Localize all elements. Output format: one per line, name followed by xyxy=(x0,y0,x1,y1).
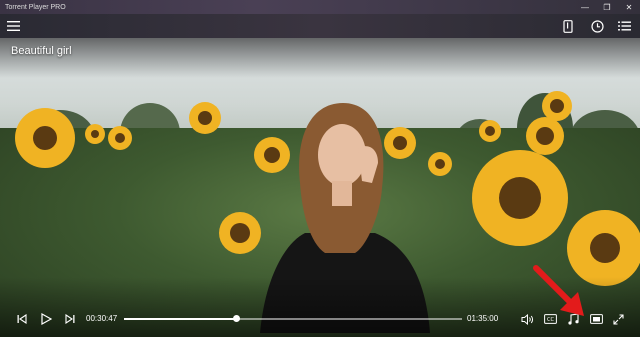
app-window: Torrent Player PRO — ❐ ✕ Beautiful girl … xyxy=(0,0,640,337)
video-title: Beautiful girl xyxy=(11,45,72,57)
fullscreen-icon[interactable] xyxy=(609,310,627,328)
window-controls: — ❐ ✕ xyxy=(574,0,640,14)
skip-previous-icon[interactable] xyxy=(13,310,31,328)
play-icon[interactable] xyxy=(37,310,55,328)
annotation-arrow xyxy=(533,265,584,316)
seek-bar[interactable] xyxy=(124,315,462,322)
history-clock-icon[interactable] xyxy=(588,17,606,35)
seek-progress xyxy=(124,318,236,320)
seek-thumb[interactable] xyxy=(232,315,240,322)
close-button[interactable]: ✕ xyxy=(618,0,640,14)
playlist-icon[interactable] xyxy=(615,17,633,35)
total-time: 01:35:00 xyxy=(467,314,499,323)
top-gradient xyxy=(0,38,640,78)
minimize-button[interactable]: — xyxy=(574,0,596,14)
title-bar: Torrent Player PRO — ❐ ✕ xyxy=(0,0,640,14)
current-time: 00:30:47 xyxy=(86,314,118,323)
window-title: Torrent Player PRO xyxy=(5,3,66,11)
app-toolbar xyxy=(0,14,640,38)
phone-portrait-icon[interactable] xyxy=(559,17,577,35)
maximize-button[interactable]: ❐ xyxy=(596,0,618,14)
hamburger-menu-icon[interactable] xyxy=(4,17,22,35)
skip-next-icon[interactable] xyxy=(61,310,79,328)
